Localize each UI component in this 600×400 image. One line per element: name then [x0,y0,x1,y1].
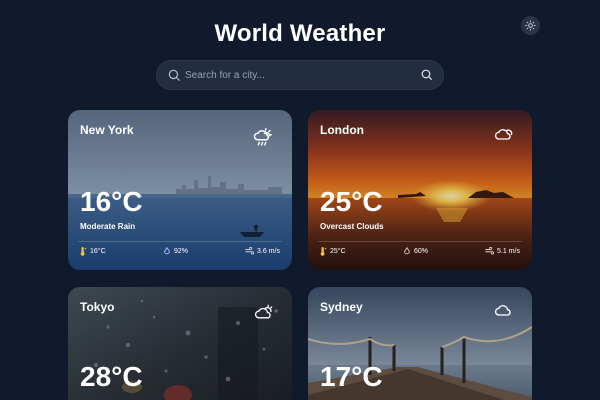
search-bar [156,60,444,90]
humidity-icon [164,247,170,255]
wind-value: 3.6 m/s [257,247,280,255]
weather-stats: 25°C 60% 5.1 m/s [308,247,532,259]
city-name: Sydney [320,300,363,314]
humidity-icon [404,247,410,255]
cloud-icon [494,305,511,316]
weather-card-new-york[interactable]: New York 16°C Moderate Rain 16°C 92% 3.6… [68,110,292,270]
temperature: 16°C [80,186,143,217]
search-input[interactable] [185,67,415,83]
wind-stat: 5.1 m/s [485,247,520,255]
feels-like-value: 25°C [330,248,346,255]
search-submit-icon[interactable] [420,68,433,81]
weather-condition: Moderate Rain [80,222,136,231]
weather-stats: 16°C 92% 3.6 m/s [68,247,292,259]
feels-like-stat: 16°C [79,247,106,256]
wind-value: 5.1 m/s [497,247,520,255]
weather-card-tokyo[interactable]: Tokyo 28°C [68,287,292,400]
theme-toggle-button[interactable] [521,16,540,35]
feels-like-stat: 25°C [319,247,346,256]
card-divider [78,241,282,242]
thermometer-icon [320,247,327,256]
wind-stat: 3.6 m/s [245,247,280,255]
weather-condition: Overcast Clouds [320,222,384,231]
temperature: 28°C [80,361,143,392]
city-name: Tokyo [80,300,115,314]
wind-icon [245,247,255,255]
weather-card-sydney[interactable]: Sydney 17°C [308,287,532,400]
search-icon [168,69,180,81]
humidity-stat: 92% [163,247,188,255]
feels-like-value: 16°C [90,248,106,255]
weather-card-london[interactable]: London 25°C Overcast Clouds 25°C 60% 5.1… [308,110,532,270]
city-name: New York [80,123,134,137]
wind-icon [485,247,495,255]
card-divider [318,241,522,242]
humidity-stat: 60% [403,247,428,255]
rain-cloud-sun-icon [253,128,272,146]
humidity-value: 60% [414,247,429,255]
cloud-sun-icon [254,304,273,319]
city-name: London [320,123,364,137]
sun-icon [525,20,536,31]
cloud-icon [494,129,513,140]
temperature: 25°C [320,186,383,217]
thermometer-icon [80,247,87,256]
page-title: World Weather [214,20,386,47]
humidity-value: 92% [174,247,189,255]
temperature: 17°C [320,361,383,392]
